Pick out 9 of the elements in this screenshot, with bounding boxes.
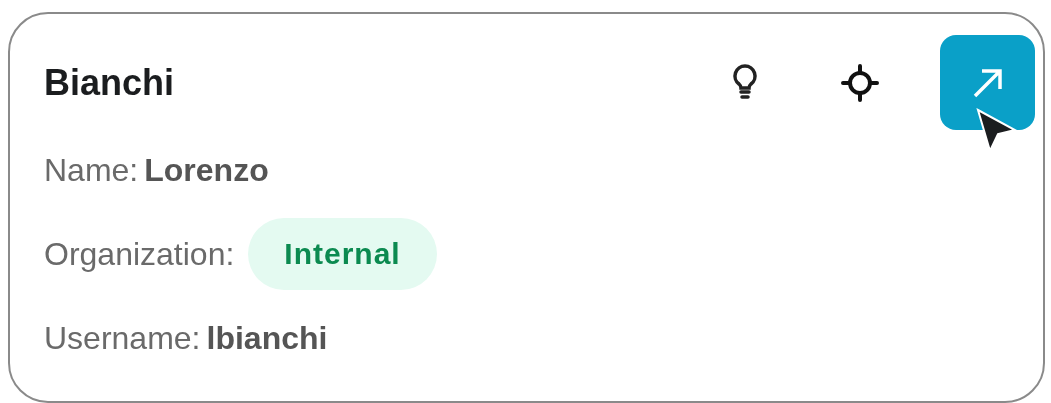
- field-label: Username:: [44, 319, 201, 357]
- field-label: Organization:: [44, 235, 235, 273]
- card-title: Bianchi: [44, 61, 176, 104]
- field-value: lbianchi: [206, 319, 328, 357]
- crosshair-icon[interactable]: [840, 62, 880, 103]
- field-label: Name:: [44, 151, 139, 189]
- organization-badge: Internal: [248, 218, 437, 290]
- open-external-button[interactable]: [940, 35, 1035, 130]
- field-value: Lorenzo: [144, 151, 269, 189]
